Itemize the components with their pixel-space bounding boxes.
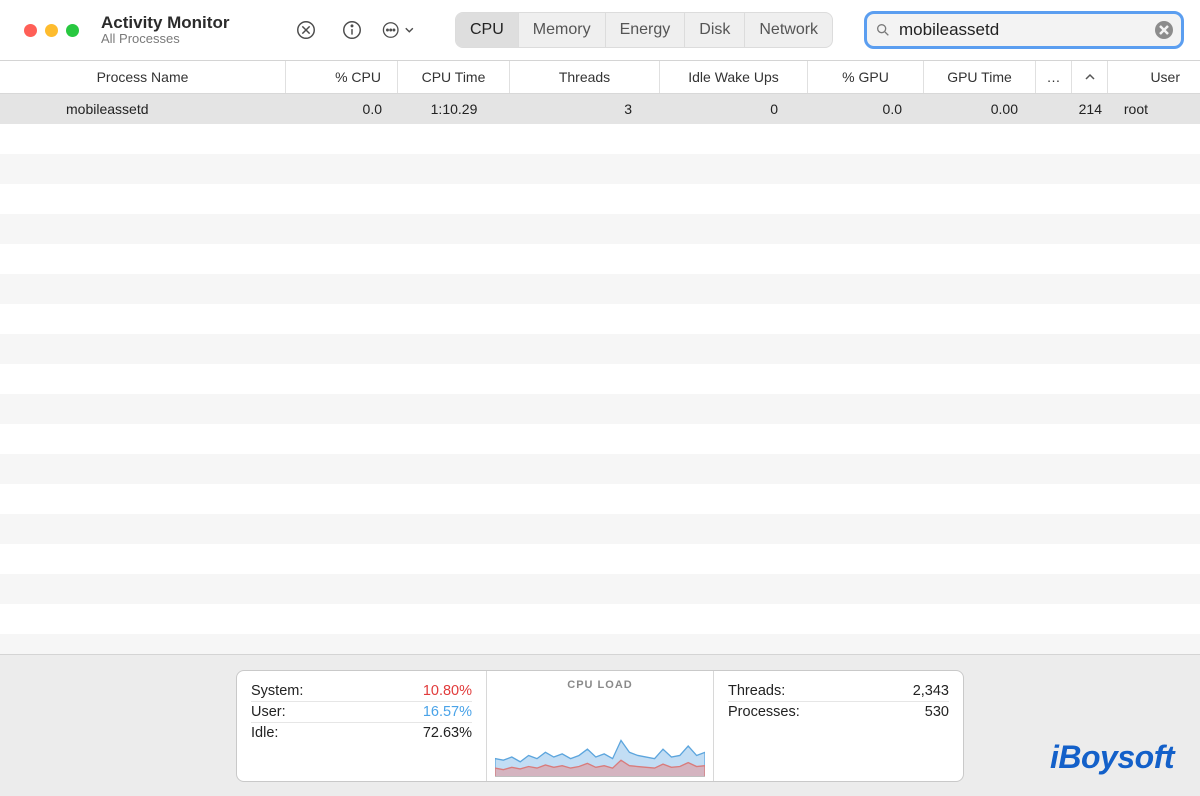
system-value: 10.80%	[423, 683, 472, 699]
cell-threads: 3	[510, 101, 660, 117]
title-block: Activity Monitor All Processes	[101, 13, 271, 47]
col-user[interactable]: User	[1108, 61, 1200, 93]
idle-value: 72.63%	[423, 725, 472, 741]
col-more[interactable]: …	[1036, 61, 1072, 93]
process-table-body: mobileassetd 0.0 1:10.29 3 0 0.0 0.00 21…	[0, 94, 1200, 654]
search-input[interactable]	[899, 20, 1147, 40]
footer: System: 10.80% User: 16.57% Idle: 72.63%…	[0, 654, 1200, 796]
app-title: Activity Monitor	[101, 13, 271, 33]
close-icon	[1159, 25, 1169, 35]
user-value: 16.57%	[423, 704, 472, 720]
table-row	[0, 544, 1200, 574]
info-icon	[341, 19, 363, 41]
search-field[interactable]	[864, 11, 1184, 49]
table-row	[0, 394, 1200, 424]
table-header: Process Name % CPU CPU Time Threads Idle…	[0, 61, 1200, 94]
table-row	[0, 574, 1200, 604]
table-row	[0, 634, 1200, 654]
cpu-usage-column: System: 10.80% User: 16.57% Idle: 72.63%	[237, 671, 486, 781]
table-row	[0, 454, 1200, 484]
minimize-button[interactable]	[45, 24, 58, 37]
ellipsis-circle-icon	[381, 19, 400, 41]
processes-value: 530	[925, 704, 949, 720]
tab-network[interactable]: Network	[745, 13, 832, 47]
cpu-load-title: CPU LOAD	[567, 679, 632, 691]
watermark-text: iBoysoft	[1050, 739, 1174, 776]
table-row	[0, 484, 1200, 514]
threads-value: 2,343	[913, 683, 949, 699]
view-tabs: CPU Memory Energy Disk Network	[455, 12, 833, 48]
cpu-load-graph	[495, 697, 705, 777]
clear-search-button[interactable]	[1155, 21, 1173, 39]
user-label: User:	[251, 704, 286, 720]
table-row	[0, 124, 1200, 154]
col-process-name[interactable]: Process Name	[0, 61, 286, 93]
cpu-stats-card: System: 10.80% User: 16.57% Idle: 72.63%…	[236, 670, 964, 782]
tab-energy[interactable]: Energy	[606, 13, 686, 47]
col-cpu-time[interactable]: CPU Time	[398, 61, 510, 93]
app-subtitle: All Processes	[101, 32, 271, 47]
col-idle-wakeups[interactable]: Idle Wake Ups	[660, 61, 808, 93]
window-controls	[24, 24, 79, 37]
zoom-button[interactable]	[66, 24, 79, 37]
close-button[interactable]	[24, 24, 37, 37]
cell-pid: 214	[1036, 101, 1108, 117]
table-row	[0, 274, 1200, 304]
table-row	[0, 154, 1200, 184]
toolbar-actions	[289, 13, 415, 47]
chevron-down-icon	[404, 24, 415, 36]
cell-gpu-time: 0.00	[924, 101, 1036, 117]
more-options-button[interactable]	[381, 13, 415, 47]
processes-label: Processes:	[728, 704, 800, 720]
info-button[interactable]	[335, 13, 369, 47]
idle-label: Idle:	[251, 725, 278, 741]
cell-wakeups: 0	[660, 101, 808, 117]
tab-cpu[interactable]: CPU	[456, 13, 519, 47]
tab-disk[interactable]: Disk	[685, 13, 745, 47]
stop-process-button[interactable]	[289, 13, 323, 47]
watermark-logo: iBoysoft	[1050, 739, 1174, 776]
table-row	[0, 514, 1200, 544]
col-gpu-time[interactable]: GPU Time	[924, 61, 1036, 93]
cell-cpu-time: 1:10.29	[398, 101, 510, 117]
col-threads[interactable]: Threads	[510, 61, 660, 93]
stop-icon	[295, 19, 317, 41]
table-row	[0, 424, 1200, 454]
toolbar: Activity Monitor All Processes	[0, 0, 1200, 61]
cell-user: root	[1108, 101, 1200, 117]
table-row	[0, 184, 1200, 214]
system-label: System:	[251, 683, 303, 699]
threads-label: Threads:	[728, 683, 785, 699]
table-row	[0, 604, 1200, 634]
table-row	[0, 214, 1200, 244]
table-row	[0, 304, 1200, 334]
table-row	[0, 334, 1200, 364]
table-row	[0, 244, 1200, 274]
tab-memory[interactable]: Memory	[519, 13, 606, 47]
cell-process-name: mobileassetd	[0, 101, 286, 117]
table-row[interactable]: mobileassetd 0.0 1:10.29 3 0 0.0 0.00 21…	[0, 94, 1200, 124]
col-gpu-percent[interactable]: % GPU	[808, 61, 924, 93]
col-cpu-percent[interactable]: % CPU	[286, 61, 398, 93]
cell-cpu: 0.0	[286, 101, 398, 117]
cell-gpu: 0.0	[808, 101, 924, 117]
search-icon	[875, 22, 891, 38]
table-row	[0, 364, 1200, 394]
chevron-up-icon	[1085, 72, 1095, 82]
col-sort-indicator[interactable]	[1072, 61, 1108, 93]
process-counts-column: Threads: 2,343 Processes: 530	[714, 671, 963, 781]
cpu-load-chart: CPU LOAD	[486, 671, 714, 781]
